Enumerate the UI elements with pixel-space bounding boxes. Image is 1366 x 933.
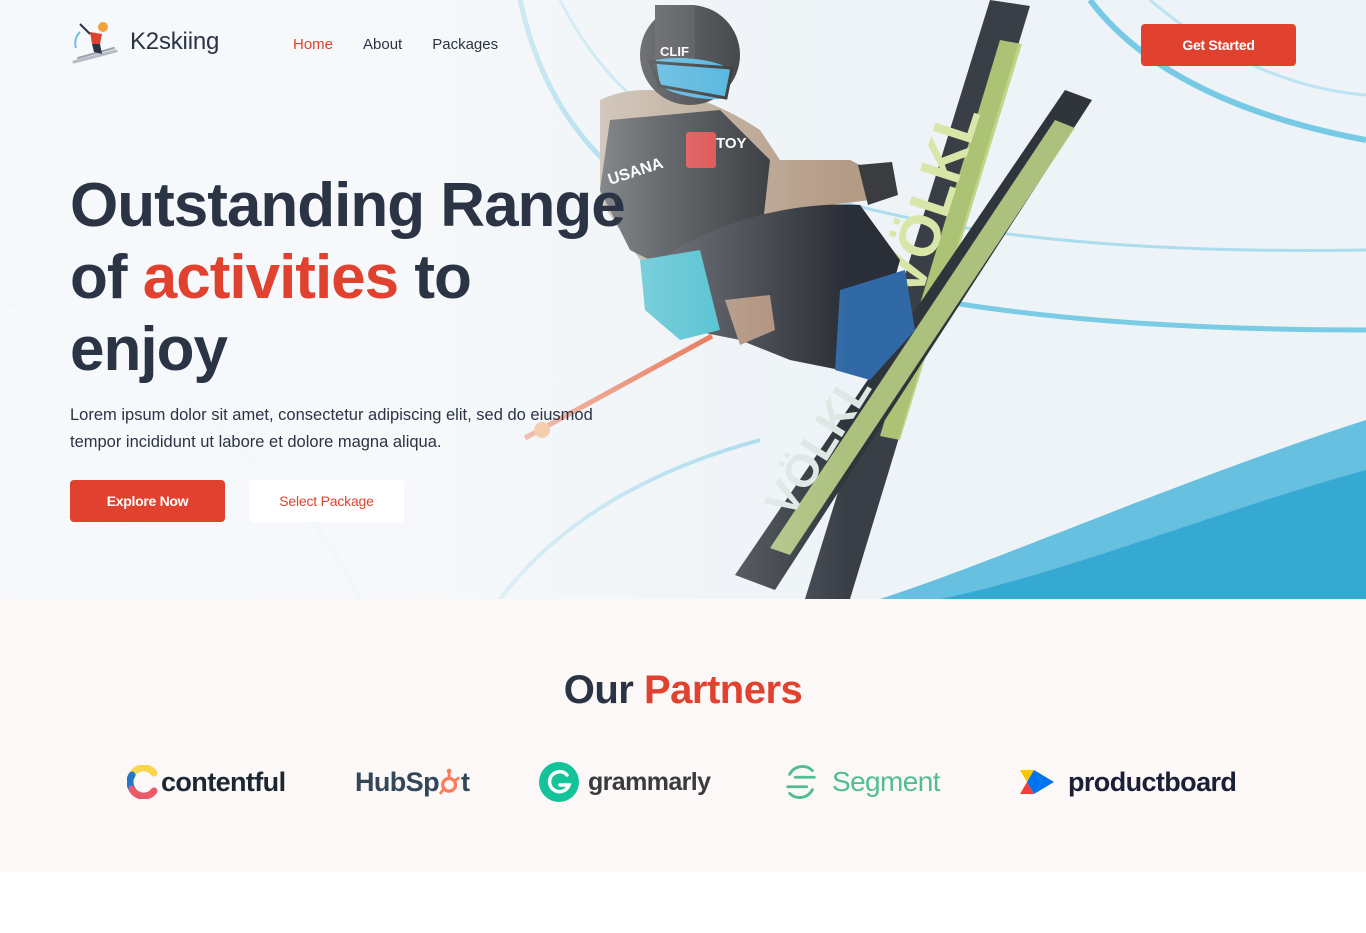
- partner-name-contentful: contentful: [161, 766, 286, 797]
- brand-name: K2skiing: [130, 28, 220, 55]
- hero-title-line3: enjoy: [70, 315, 228, 384]
- productboard-logo-icon: [1020, 770, 1054, 794]
- hero-title-line2-suffix: to: [398, 243, 472, 312]
- partners-title-accent: Partners: [643, 668, 803, 712]
- partner-name-grammarly: grammarly: [588, 767, 711, 796]
- partner-name-hubspot-part2: t: [461, 766, 470, 797]
- hero-title: Outstanding Range of activities to enjoy: [70, 170, 630, 386]
- nav-item-about[interactable]: About: [363, 36, 402, 53]
- partner-logo-segment[interactable]: Segment: [782, 760, 940, 804]
- skier-logo-icon: [72, 22, 118, 64]
- partner-logo-grammarly[interactable]: grammarly: [538, 760, 711, 804]
- grammarly-logo-icon: [539, 762, 579, 802]
- partner-name-hubspot-part1: HubSp: [355, 766, 440, 797]
- select-package-button[interactable]: Select Package: [249, 480, 404, 522]
- partners-title: Our Partners: [0, 668, 1366, 713]
- hero-title-line2-prefix: of: [70, 243, 143, 312]
- partners-section: [0, 599, 1366, 872]
- hero-title-line1: Outstanding Range: [70, 171, 626, 240]
- partners-title-prefix: Our: [563, 668, 644, 712]
- explore-now-button[interactable]: Explore Now: [70, 480, 225, 522]
- hero-section: VÖLKL VÖLKL USANA TOY CLIF: [0, 0, 1366, 599]
- segment-logo-icon: [786, 765, 816, 799]
- hero-description: Lorem ipsum dolor sit amet, consectetur …: [70, 406, 593, 451]
- partner-name-productboard: productboard: [1068, 766, 1237, 797]
- contentful-logo-icon: [127, 765, 158, 799]
- partner-logo-productboard[interactable]: productboard: [1020, 760, 1237, 804]
- partner-logo-hubspot[interactable]: HubSp t: [355, 760, 470, 804]
- hubspot-sprocket-icon: [439, 768, 461, 795]
- nav-item-packages[interactable]: Packages: [432, 36, 498, 53]
- main-nav: Home About Packages: [293, 36, 498, 53]
- hero-title-accent: activities: [142, 243, 399, 312]
- brand-logo[interactable]: K2skiing: [70, 18, 219, 66]
- partner-logo-contentful[interactable]: contentful: [127, 760, 286, 804]
- get-started-button[interactable]: Get Started: [1141, 24, 1296, 66]
- partner-name-segment: Segment: [832, 766, 940, 797]
- nav-item-home[interactable]: Home: [293, 36, 333, 53]
